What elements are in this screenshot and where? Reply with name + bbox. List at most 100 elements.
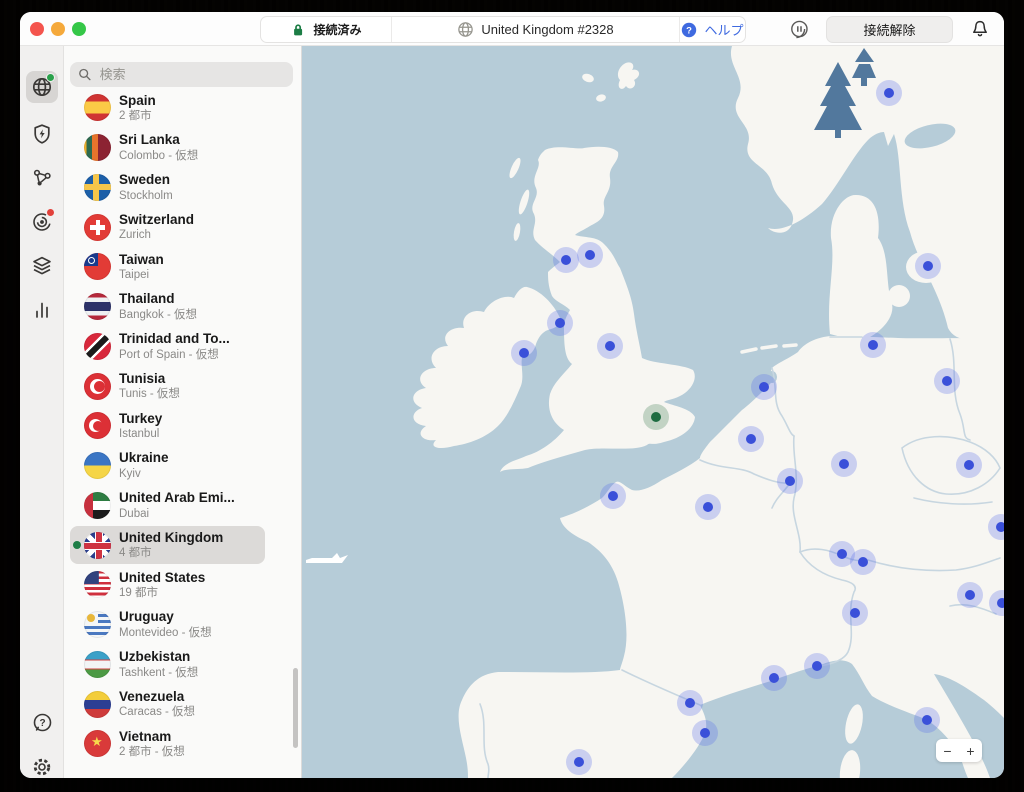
close-window-button[interactable] — [30, 22, 44, 36]
country-flag-icon — [84, 492, 111, 519]
country-name: Switzerland — [119, 212, 194, 228]
search-box[interactable] — [70, 62, 293, 87]
country-flag-icon — [84, 174, 111, 201]
server-marker[interactable] — [600, 483, 626, 509]
country-row[interactable]: Trinidad and To... Port of Spain - 仮想 — [64, 327, 301, 367]
server-marker[interactable] — [915, 253, 941, 279]
server-marker[interactable] — [957, 582, 983, 608]
country-name: United Kingdom — [119, 530, 223, 546]
sidebar-item-dark-web-monitor[interactable] — [26, 206, 58, 238]
connected-badge — [46, 73, 55, 82]
country-flag-icon — [84, 571, 111, 598]
country-name: Spain — [119, 93, 156, 109]
search-input[interactable] — [98, 66, 285, 83]
country-name: Sweden — [119, 172, 173, 188]
country-row[interactable]: United Kingdom 4 都市 — [64, 525, 301, 565]
server-marker[interactable] — [956, 452, 982, 478]
country-row[interactable]: Venezuela Caracas - 仮想 — [64, 684, 301, 724]
svg-text:?: ? — [39, 718, 45, 729]
server-marker[interactable] — [876, 80, 902, 106]
lock-icon — [290, 22, 306, 38]
country-row[interactable]: Ukraine Kyiv — [64, 446, 301, 486]
country-flag-icon — [84, 293, 111, 320]
server-marker[interactable] — [761, 665, 787, 691]
help-button[interactable]: ? ヘルプ — [679, 17, 745, 42]
server-marker[interactable] — [860, 332, 886, 358]
country-name: Turkey — [119, 411, 162, 427]
sidebar: ? — [20, 46, 64, 778]
country-flag-icon — [84, 532, 111, 559]
country-row[interactable]: Taiwan Taipei — [64, 247, 301, 287]
country-row[interactable]: Sweden Stockholm — [64, 168, 301, 208]
notifications-button[interactable] — [970, 19, 990, 42]
alert-badge — [46, 208, 55, 217]
country-subtitle: Montevideo - 仮想 — [119, 626, 212, 640]
sidebar-item-threat-protection[interactable] — [26, 118, 58, 150]
server-marker[interactable] — [934, 368, 960, 394]
country-list: Spain 2 都市 Sri Lanka Colombo - 仮想 Sweden… — [64, 88, 301, 778]
country-name: United States — [119, 570, 205, 586]
server-marker[interactable] — [831, 451, 857, 477]
server-marker[interactable] — [804, 653, 830, 679]
minimize-window-button[interactable] — [51, 22, 65, 36]
sidebar-item-speed-test[interactable] — [26, 294, 58, 326]
country-row[interactable]: Spain 2 都市 — [64, 88, 301, 128]
sidebar-item-presets[interactable] — [26, 250, 58, 282]
globe-icon — [457, 21, 474, 38]
speed-bars-icon — [30, 298, 54, 322]
country-name: Venezuela — [119, 689, 195, 705]
titlebar: 接続済み United Kingdom #2328 ? ヘルプ — [20, 12, 1004, 46]
sidebar-item-meshnet[interactable] — [26, 162, 58, 194]
country-row[interactable]: Uzbekistan Tashkent - 仮想 — [64, 645, 301, 685]
country-name: Taiwan — [119, 252, 164, 268]
disconnect-button[interactable]: 接続解除 — [826, 16, 953, 43]
connected-indicator — [73, 541, 81, 549]
server-marker[interactable] — [842, 600, 868, 626]
server-marker[interactable] — [547, 310, 573, 336]
country-row[interactable]: Uruguay Montevideo - 仮想 — [64, 605, 301, 645]
server-marker[interactable] — [566, 749, 592, 775]
country-row[interactable]: Thailand Bangkok - 仮想 — [64, 287, 301, 327]
country-name: Vietnam — [119, 729, 185, 745]
current-server[interactable]: United Kingdom #2328 — [391, 17, 679, 42]
sidebar-item-support[interactable]: ? — [26, 707, 58, 739]
country-row[interactable]: Switzerland Zurich — [64, 207, 301, 247]
country-row[interactable]: United Arab Emi... Dubai — [64, 486, 301, 526]
country-flag-icon — [84, 253, 111, 280]
server-marker[interactable] — [553, 247, 579, 273]
country-flag-icon — [84, 611, 111, 638]
scrollbar-thumb[interactable] — [293, 668, 298, 748]
zoom-in-button[interactable]: + — [959, 739, 982, 762]
country-row[interactable]: Tunisia Tunis - 仮想 — [64, 366, 301, 406]
zoom-out-button[interactable]: − — [936, 739, 959, 762]
map-zoom-controls: − + — [936, 739, 982, 762]
server-marker[interactable] — [677, 690, 703, 716]
help-bubble-icon: ? — [30, 711, 54, 735]
server-list-panel: Spain 2 都市 Sri Lanka Colombo - 仮想 Sweden… — [64, 46, 302, 778]
sidebar-item-map[interactable] — [26, 71, 58, 103]
country-row[interactable]: Turkey Istanbul — [64, 406, 301, 446]
country-row[interactable]: Sri Lanka Colombo - 仮想 — [64, 128, 301, 168]
server-marker[interactable] — [914, 707, 940, 733]
server-marker[interactable] — [511, 340, 537, 366]
country-flag-icon — [84, 730, 111, 757]
connected-server-marker[interactable] — [643, 404, 669, 430]
country-subtitle: Tunis - 仮想 — [119, 387, 180, 401]
server-marker[interactable] — [597, 333, 623, 359]
sidebar-item-settings[interactable] — [26, 751, 58, 778]
server-marker[interactable] — [695, 494, 721, 520]
zoom-window-button[interactable] — [72, 22, 86, 36]
server-marker[interactable] — [751, 374, 777, 400]
server-marker[interactable] — [577, 242, 603, 268]
country-row[interactable]: United States 19 都市 — [64, 565, 301, 605]
world-map[interactable]: − + — [302, 46, 1004, 778]
country-subtitle: Zurich — [119, 228, 194, 242]
country-row[interactable]: Vietnam 2 都市 - 仮想 — [64, 724, 301, 764]
country-subtitle: Tashkent - 仮想 — [119, 666, 198, 680]
server-marker[interactable] — [738, 426, 764, 452]
country-subtitle: 4 都市 — [119, 546, 223, 560]
server-marker[interactable] — [777, 468, 803, 494]
server-marker[interactable] — [850, 549, 876, 575]
pause-connection-button[interactable] — [786, 18, 810, 43]
server-marker[interactable] — [692, 720, 718, 746]
